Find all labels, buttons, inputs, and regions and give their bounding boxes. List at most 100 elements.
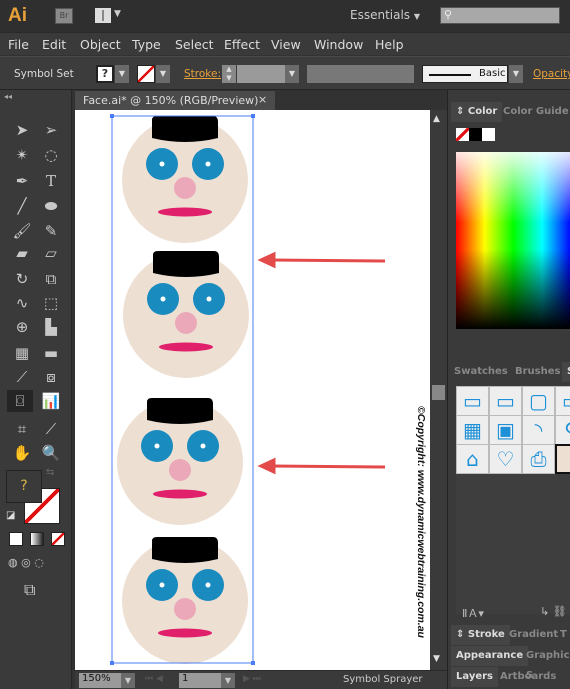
- symbol-face[interactable]: [555, 444, 570, 474]
- tab-graphic-styles[interactable]: Graphic S: [526, 646, 570, 681]
- tab-stroke[interactable]: ⇕ Stroke: [451, 625, 510, 645]
- menu-window[interactable]: Window: [314, 37, 363, 52]
- pencil-icon[interactable]: ✎: [38, 220, 64, 242]
- chevron-down-icon[interactable]: ▼: [114, 9, 121, 19]
- symbol-home[interactable]: ⌂: [456, 444, 489, 474]
- menu-object[interactable]: Object: [80, 37, 121, 52]
- stroke-weight-dropdown[interactable]: ▼: [285, 65, 299, 83]
- scroll-thumb[interactable]: [432, 385, 445, 400]
- draw-normal-icon[interactable]: ◍ ◎ ◌: [8, 556, 44, 569]
- vertical-scrollbar[interactable]: ▲ ▼: [430, 110, 447, 688]
- screen-mode-icon[interactable]: ⧉: [24, 580, 35, 600]
- stroke-dropdown[interactable]: ▼: [156, 65, 170, 83]
- default-colors-icon[interactable]: ◪: [6, 510, 15, 521]
- symbol-calendar[interactable]: ▦: [456, 415, 489, 445]
- symbol-libraries-icon[interactable]: ⅡＡ▾: [462, 605, 484, 621]
- bridge-button[interactable]: Br: [55, 8, 73, 24]
- ellipse-tool-icon[interactable]: ⬬: [38, 195, 64, 217]
- artboard-tool-icon[interactable]: ⌗: [9, 418, 35, 440]
- workspace-switcher[interactable]: Essentials ▼: [350, 8, 420, 22]
- close-tab-icon[interactable]: ×: [258, 93, 267, 106]
- eyedropper-icon[interactable]: ⟋: [9, 366, 35, 388]
- symbol-printer[interactable]: ⎙: [522, 444, 555, 474]
- fill-dropdown[interactable]: ▼: [115, 65, 129, 83]
- zoom-tool-icon[interactable]: 🔍: [38, 442, 64, 464]
- scale-tool-icon[interactable]: ⧉: [38, 268, 64, 290]
- selection-tool-icon[interactable]: ➤: [9, 119, 35, 141]
- tab-swatches[interactable]: Swatches: [454, 362, 508, 382]
- line-tool-icon[interactable]: ╱: [9, 195, 35, 217]
- pen-tool-icon[interactable]: ✒: [9, 170, 35, 192]
- artboard-input[interactable]: 1: [179, 673, 221, 688]
- magic-wand-icon[interactable]: ✴: [9, 144, 35, 166]
- menu-edit[interactable]: Edit: [42, 37, 66, 52]
- tab-appearance[interactable]: Appearance: [451, 646, 529, 666]
- slice-tool-icon[interactable]: ⟋: [38, 418, 64, 440]
- gradient-tool-icon[interactable]: ▬: [38, 342, 64, 364]
- face-symbol[interactable]: [122, 116, 248, 243]
- artboard-canvas[interactable]: ©Copyright: www.dynamicwebtraining.com.a…: [75, 110, 430, 670]
- arrange-documents-icon[interactable]: [95, 8, 111, 23]
- tab-color-guide[interactable]: Color Guide: [503, 102, 569, 122]
- face-symbol[interactable]: [123, 251, 249, 378]
- tab-brushes[interactable]: Brushes: [515, 362, 560, 382]
- menu-select[interactable]: Select: [175, 37, 214, 52]
- menu-type[interactable]: Type: [132, 37, 161, 52]
- symbol-sprayer-icon[interactable]: ⌼: [7, 390, 33, 412]
- first-artboard-icon[interactable]: ⏮ ◀: [145, 674, 163, 684]
- symbol-button-thin[interactable]: ▭: [555, 386, 570, 416]
- brush-dropdown[interactable]: ▼: [509, 65, 523, 83]
- zoom-dropdown[interactable]: ▼: [121, 673, 135, 688]
- eraser-icon[interactable]: ▱: [38, 242, 64, 264]
- type-tool-icon[interactable]: T: [38, 170, 64, 192]
- hand-tool-icon[interactable]: ✋: [9, 442, 35, 464]
- search-input[interactable]: ⚲: [440, 7, 560, 24]
- color-mode-icon[interactable]: [9, 532, 23, 546]
- brush-definition[interactable]: Basic: [422, 65, 508, 83]
- variable-width-profile[interactable]: [307, 65, 414, 83]
- menu-file[interactable]: File: [8, 37, 29, 52]
- symbol-search[interactable]: ⚲: [555, 415, 570, 445]
- opacity-label[interactable]: Opacity: [533, 68, 570, 80]
- face-symbol[interactable]: [117, 398, 243, 525]
- artboard-dropdown[interactable]: ▼: [221, 673, 235, 688]
- lasso-icon[interactable]: ◌: [38, 144, 64, 166]
- tab-artboards[interactable]: Artboards: [500, 667, 556, 687]
- color-spectrum[interactable]: [456, 152, 570, 329]
- place-symbol-icon[interactable]: ↳ ⛓: [540, 605, 567, 618]
- current-tool-status[interactable]: Symbol Sprayer: [343, 674, 423, 685]
- warp-tool-icon[interactable]: ∿: [9, 292, 35, 314]
- face-symbol[interactable]: [122, 537, 248, 664]
- scroll-up-icon[interactable]: ▲: [433, 114, 440, 124]
- menu-effect[interactable]: Effect: [224, 37, 260, 52]
- tab-color[interactable]: ⇕ Color: [451, 102, 503, 122]
- stroke-swatch[interactable]: [137, 65, 155, 83]
- tab-symbols[interactable]: S: [562, 362, 570, 382]
- perspective-grid-icon[interactable]: ▙: [38, 316, 64, 338]
- fill-box[interactable]: ?: [6, 470, 42, 503]
- menu-help[interactable]: Help: [375, 37, 404, 52]
- symbol-heart-plus[interactable]: ♡: [489, 444, 522, 474]
- free-transform-icon[interactable]: ⬚: [38, 292, 64, 314]
- symbol-film[interactable]: ▣: [489, 415, 522, 445]
- stroke-weight-input[interactable]: [237, 65, 285, 83]
- tab-document[interactable]: Face.ai* @ 150% (RGB/Preview) ×: [75, 91, 275, 110]
- tab-layers[interactable]: Layers: [451, 667, 498, 687]
- tab-gradient[interactable]: Gradient: [509, 625, 558, 645]
- white-swatch[interactable]: [482, 128, 495, 141]
- none-swatch[interactable]: [456, 128, 469, 141]
- scroll-down-icon[interactable]: ▼: [433, 654, 440, 664]
- symbol-button-flat[interactable]: ▭: [456, 386, 489, 416]
- symbol-button-outline[interactable]: ▢: [522, 386, 555, 416]
- fill-swatch[interactable]: ?: [96, 65, 114, 83]
- blob-brush-icon[interactable]: ▰: [9, 242, 35, 264]
- last-artboard-icon[interactable]: ▶ ⏭: [243, 674, 261, 684]
- column-graph-icon[interactable]: 📊: [38, 390, 64, 412]
- none-mode-icon[interactable]: [51, 532, 65, 546]
- symbol-button-gray[interactable]: ▭: [489, 386, 522, 416]
- direct-selection-tool-icon[interactable]: ➢: [38, 119, 64, 141]
- black-swatch[interactable]: [469, 128, 482, 141]
- rotate-tool-icon[interactable]: ↻: [9, 268, 35, 290]
- paintbrush-icon[interactable]: 🖌: [9, 220, 35, 242]
- symbol-rss[interactable]: ◝: [522, 415, 555, 445]
